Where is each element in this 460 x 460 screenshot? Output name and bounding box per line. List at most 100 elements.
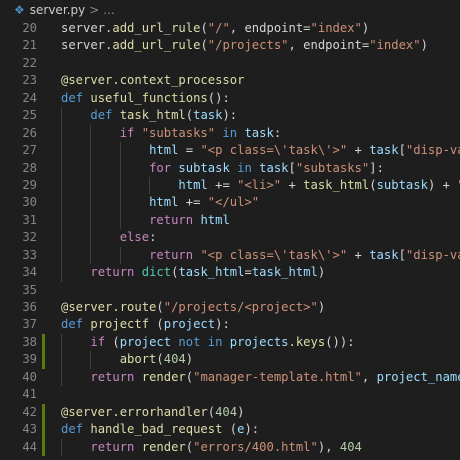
code-token: project bbox=[119, 334, 172, 349]
line-number: 30 bbox=[22, 195, 37, 210]
code-token: projectf bbox=[90, 317, 150, 332]
code-text: return dict(task_html=task_html) bbox=[61, 264, 325, 281]
code-line[interactable]: 28 for subtask in task["subtasks"]: bbox=[0, 159, 460, 177]
code-token: ( bbox=[222, 422, 238, 437]
code-token: "/" bbox=[207, 21, 230, 35]
code-text: else: bbox=[61, 229, 157, 246]
code-line[interactable]: 33 return "<p class=\'task\'>" + task["d… bbox=[0, 246, 460, 265]
code-token: def bbox=[90, 108, 120, 123]
code-line[interactable]: 39 abort(404) bbox=[0, 351, 460, 369]
code-line[interactable]: 25 def task_html(task): bbox=[0, 107, 460, 125]
code-token: subtask bbox=[376, 177, 428, 192]
code-token: ): bbox=[244, 422, 260, 437]
line-number: 42 bbox=[22, 404, 37, 419]
code-token: 404 bbox=[215, 404, 238, 419]
code-token: + bbox=[347, 143, 370, 158]
code-line[interactable]: 36 @server.route("/projects/<project>") bbox=[0, 299, 460, 316]
code-text: server.add_url_rule("/", endpoint="index… bbox=[61, 20, 369, 37]
line-number: 28 bbox=[22, 160, 37, 175]
code-text: return render("errors/400.html"), 404 bbox=[61, 439, 362, 456]
code-token: not in bbox=[171, 334, 230, 349]
code-token: task bbox=[259, 160, 289, 175]
code-line[interactable]: 44 return render("errors/400.html"), 404 bbox=[0, 438, 460, 456]
code-line[interactable]: 34 return dict(task_html=task_html) bbox=[0, 264, 460, 282]
git-added-marker[interactable] bbox=[42, 421, 45, 439]
code-line[interactable]: 41 bbox=[0, 386, 460, 403]
breadcrumb-file-name[interactable]: server.py bbox=[30, 3, 85, 17]
code-token: ), bbox=[317, 439, 340, 454]
code-token: ( bbox=[156, 352, 164, 367]
code-token: return bbox=[90, 369, 142, 384]
code-line[interactable]: 32 else: bbox=[0, 229, 460, 247]
code-token: ) bbox=[361, 21, 370, 35]
code-line[interactable]: 37 def projectf (project): bbox=[0, 316, 460, 333]
code-token: else bbox=[119, 230, 150, 245]
code-token: , endpoint= bbox=[229, 21, 311, 35]
breadcrumb-separator: > bbox=[89, 3, 100, 17]
code-line[interactable]: 27 html = "<p class=\'task\'>" + task["d… bbox=[0, 142, 460, 160]
code-line[interactable]: 30 html += "</ul>" bbox=[0, 194, 460, 212]
line-number: 34 bbox=[22, 265, 37, 280]
git-added-marker[interactable] bbox=[42, 333, 45, 352]
code-token: 404 bbox=[163, 352, 186, 367]
code-token: keys bbox=[295, 334, 326, 349]
code-line[interactable]: 35 bbox=[0, 282, 460, 299]
code-line[interactable]: 31 return html bbox=[0, 211, 460, 230]
code-token: in bbox=[229, 160, 260, 175]
code-token: . bbox=[288, 334, 296, 349]
code-token: "manager-template.html" bbox=[193, 369, 362, 384]
code-token: return bbox=[90, 439, 142, 454]
code-line[interactable]: 20 server.add_url_rule("/", endpoint="ind… bbox=[0, 20, 460, 37]
code-token: , bbox=[361, 369, 377, 384]
code-token: ) bbox=[317, 265, 326, 280]
line-number: 38 bbox=[22, 334, 37, 349]
code-line[interactable]: 23 @server.context_processor bbox=[0, 72, 460, 89]
code-line[interactable]: 26 if "subtasks" in task: bbox=[0, 124, 460, 143]
git-added-marker[interactable] bbox=[42, 351, 45, 369]
code-token: task bbox=[244, 125, 274, 140]
line-number: 31 bbox=[22, 212, 37, 227]
code-token: "/projects/<project>" bbox=[163, 300, 318, 314]
breadcrumb: ❖ server.py > ... bbox=[0, 0, 460, 20]
code-token: server bbox=[61, 21, 106, 35]
code-token: ( bbox=[369, 177, 377, 192]
breadcrumb-more[interactable]: ... bbox=[103, 3, 114, 17]
git-added-marker[interactable] bbox=[42, 403, 45, 422]
code-token: ( bbox=[156, 300, 164, 314]
code-text: def handle_bad_request (e): bbox=[61, 421, 259, 438]
code-line[interactable]: 29 html += "<li>" + task_html(subtask) +… bbox=[0, 176, 460, 195]
code-token: "subtasks" bbox=[295, 160, 370, 175]
line-number: 39 bbox=[22, 352, 37, 367]
code-token: : bbox=[149, 230, 157, 245]
code-token: "</ul>" bbox=[207, 195, 260, 210]
line-number: 36 bbox=[22, 300, 37, 314]
code-token: @server.route bbox=[61, 300, 157, 314]
code-token: "index" bbox=[369, 38, 421, 53]
code-token: "<p class=\'task\'>" bbox=[200, 247, 348, 262]
code-token: return bbox=[149, 212, 201, 227]
code-token: "<li>" bbox=[237, 177, 282, 192]
line-number: 33 bbox=[22, 247, 37, 262]
code-line[interactable]: 38 if (project not in projects.keys()): bbox=[0, 333, 460, 352]
code-token: "/projects" bbox=[207, 38, 289, 53]
code-editor[interactable]: 20 server.add_url_rule("/", endpoint="ind… bbox=[0, 20, 460, 460]
git-added-marker[interactable] bbox=[42, 438, 45, 456]
code-token: render bbox=[141, 439, 186, 454]
code-token: ) + bbox=[427, 177, 458, 192]
code-token: projects bbox=[229, 334, 289, 349]
code-token: for bbox=[149, 160, 179, 175]
code-token: , endpoint= bbox=[288, 38, 370, 53]
line-number: 24 bbox=[22, 90, 37, 105]
code-line[interactable]: 43 def handle_bad_request (e): bbox=[0, 421, 460, 439]
code-token: "errors/400.html" bbox=[193, 439, 318, 454]
code-line[interactable]: 22 bbox=[0, 55, 460, 72]
code-token: ( bbox=[185, 369, 194, 384]
code-text: for subtask in task["subtasks"]: bbox=[61, 160, 384, 177]
code-line[interactable]: 40 return render("manager-template.html"… bbox=[0, 368, 460, 387]
code-line[interactable]: 42 @server.errorhandler(404) bbox=[0, 403, 460, 422]
code-token: html bbox=[200, 212, 230, 227]
code-token: project_name bbox=[376, 369, 460, 384]
code-line[interactable]: 24 def useful_functions(): bbox=[0, 90, 460, 107]
code-line[interactable]: 21 server.add_url_rule("/projects", endpo… bbox=[0, 37, 460, 54]
code-token: [ bbox=[398, 143, 406, 158]
